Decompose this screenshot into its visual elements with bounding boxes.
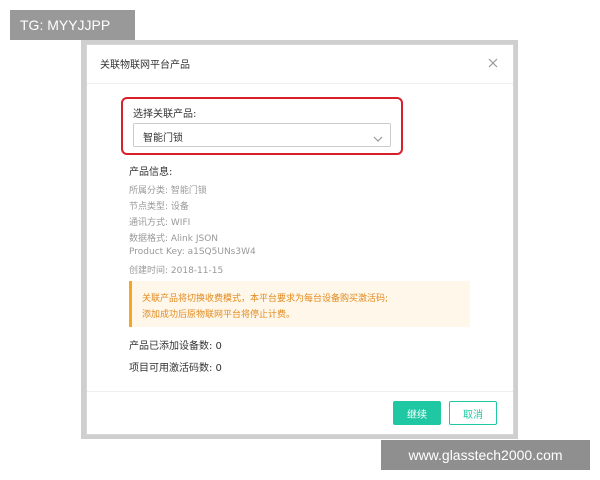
title-divider [87, 83, 513, 84]
info-data-format: 数据格式: Alink JSON [129, 234, 219, 244]
info-product-key: Product Key: a1SQ5UNs3W4 [129, 247, 256, 257]
notice-line-2: 添加成功后原物联网平台将停止计费。 [142, 310, 296, 320]
added-devices-count: 产品已添加设备数: 0 [129, 341, 222, 352]
info-node-type: 节点类型: 设备 [129, 202, 189, 212]
product-info-title: 产品信息: [129, 167, 173, 178]
tg-tag: TG: MYYJJPP [10, 10, 135, 40]
info-comm-method: 通讯方式: WIFI [129, 218, 191, 228]
continue-button[interactable]: 继续 [393, 401, 441, 425]
select-product-section: 选择关联产品: 智能门锁 [121, 97, 403, 155]
link-product-dialog: 关联物联网平台产品 选择关联产品: 智能门锁 产品信息: 所属分类: 智能门锁 … [86, 44, 514, 435]
available-codes-count: 项目可用激活码数: 0 [129, 363, 222, 374]
notice-line-1: 关联产品将切换收费模式，本平台要求为每台设备购买激活码; [142, 294, 389, 304]
footer-divider [87, 391, 513, 392]
watermark: www.glasstech2000.com [381, 440, 590, 470]
close-icon[interactable] [486, 55, 500, 69]
info-created-time: 创建时间: 2018-11-15 [129, 266, 224, 276]
dialog-title: 关联物联网平台产品 [100, 60, 190, 71]
product-select[interactable]: 智能门锁 [133, 123, 391, 147]
select-product-label: 选择关联产品: [133, 109, 197, 120]
cancel-button[interactable]: 取消 [449, 401, 497, 425]
chevron-down-icon [372, 130, 384, 142]
product-select-value: 智能门锁 [143, 133, 183, 144]
billing-notice: 关联产品将切换收费模式，本平台要求为每台设备购买激活码; 添加成功后原物联网平台… [129, 281, 470, 327]
info-category: 所属分类: 智能门锁 [129, 186, 207, 196]
